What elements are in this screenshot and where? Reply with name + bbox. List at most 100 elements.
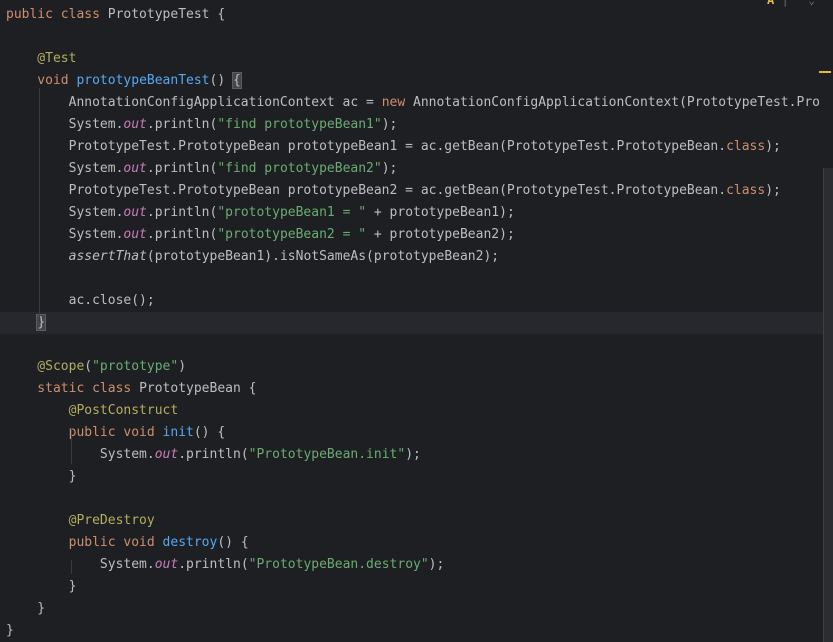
code-line[interactable]: public class PrototypeTest {	[0, 4, 833, 26]
code-text: void prototypeBeanTest() {	[6, 70, 242, 92]
code-line[interactable]: public void destroy() {	[0, 532, 833, 554]
code-token: AnnotationConfigApplicationContext(Proto…	[413, 95, 820, 110]
code-token: System.	[6, 447, 155, 462]
code-token: )	[178, 359, 187, 374]
code-line[interactable]: System.out.println("find prototypeBean2"…	[0, 158, 833, 180]
code-token: .println(	[146, 205, 218, 220]
code-text: PrototypeTest.PrototypeBean prototypeBea…	[6, 136, 781, 158]
code-token: init	[162, 425, 194, 440]
code-editor[interactable]: } } } System.out.println("PrototypeBean.…	[0, 0, 833, 642]
code-token: @PreDestroy	[6, 513, 155, 528]
code-token: );	[765, 139, 781, 154]
code-token: void	[6, 73, 77, 88]
code-token: "PrototypeBean.init"	[248, 447, 406, 462]
code-token: @PostConstruct	[6, 403, 179, 418]
code-text: }	[6, 620, 14, 642]
code-token: );	[428, 557, 445, 572]
code-token: () {	[217, 535, 249, 550]
code-text: PrototypeTest.PrototypeBean prototypeBea…	[6, 180, 781, 202]
code-text: System.out.println("PrototypeBean.init")…	[6, 444, 421, 466]
code-line[interactable]: System.out.println("PrototypeBean.init")…	[0, 444, 833, 466]
code-line[interactable]	[0, 268, 833, 290]
code-line[interactable]: static class PrototypeBean {	[0, 378, 833, 400]
code-text: System.out.println("prototypeBean2 = " +…	[6, 224, 515, 246]
code-token: destroy	[162, 535, 218, 550]
inspection-icons[interactable]: | ⌃ ⌄	[782, 0, 815, 7]
code-line[interactable]	[0, 488, 833, 510]
code-token: (prototypeBean1).isNotSameAs(prototypeBe…	[146, 249, 500, 264]
code-line[interactable]: @Test	[0, 48, 833, 70]
code-token: .println(	[146, 161, 218, 176]
code-line[interactable]	[0, 334, 833, 356]
code-token: AnnotationConfigApplicationContext ac =	[6, 95, 382, 110]
indent-guide	[71, 428, 72, 464]
code-token: System.	[6, 205, 124, 220]
code-token: .println(	[146, 117, 218, 132]
warning-marker[interactable]	[819, 71, 831, 73]
code-line[interactable]: public void init() {	[0, 422, 833, 444]
code-token: );	[381, 161, 398, 176]
code-token: ()	[209, 73, 233, 88]
code-line[interactable]: PrototypeTest.PrototypeBean prototypeBea…	[0, 136, 833, 158]
code-line[interactable]: @Scope("prototype")	[0, 356, 833, 378]
code-line[interactable]: }	[0, 312, 833, 334]
code-line[interactable]: System.out.println("find prototypeBean1"…	[0, 114, 833, 136]
code-token: "find prototypeBean1"	[217, 117, 382, 132]
code-text: public void init() {	[6, 422, 226, 444]
code-token: static class	[6, 381, 140, 396]
code-line[interactable]: }	[0, 620, 833, 642]
code-text: ac.close();	[6, 290, 155, 312]
code-token: out	[123, 205, 147, 220]
code-token: class	[726, 139, 766, 154]
code-token: );	[765, 183, 781, 198]
code-text: System.out.println("prototypeBean1 = " +…	[6, 202, 515, 224]
code-line[interactable]: assertThat(prototypeBean1).isNotSameAs(p…	[0, 246, 833, 268]
code-text: static class PrototypeBean {	[6, 378, 256, 400]
code-text: System.out.println("find prototypeBean2"…	[6, 158, 398, 180]
code-token: prototypeBeanTest	[76, 73, 210, 88]
code-line[interactable]: System.out.println("PrototypeBean.destro…	[0, 554, 833, 576]
code-token: () {	[193, 425, 226, 440]
code-token: System.	[6, 161, 124, 176]
code-token: "prototypeBean2 = "	[217, 227, 367, 242]
code-token: out	[123, 161, 147, 176]
code-text: @PostConstruct	[6, 400, 179, 422]
code-line[interactable]: AnnotationConfigApplicationContext ac = …	[0, 92, 833, 114]
code-token: + prototypeBean1);	[366, 205, 515, 220]
code-token: @Test	[6, 51, 77, 66]
code-line[interactable]: }	[0, 598, 833, 620]
code-token: {	[232, 72, 242, 89]
code-line[interactable]	[0, 26, 833, 48]
code-token: );	[405, 447, 421, 462]
code-text: AnnotationConfigApplicationContext ac = …	[6, 92, 820, 114]
code-line[interactable]: @PreDestroy	[0, 510, 833, 532]
code-token: class	[726, 183, 766, 198]
code-text: assertThat(prototypeBean1).isNotSameAs(p…	[6, 246, 499, 268]
code-line[interactable]: System.out.println("prototypeBean1 = " +…	[0, 202, 833, 224]
code-line[interactable]: PrototypeTest.PrototypeBean prototypeBea…	[0, 180, 833, 202]
code-token: out	[154, 557, 179, 572]
code-line[interactable]: void prototypeBeanTest() {	[0, 70, 833, 92]
code-token: .println(	[146, 227, 218, 242]
code-token: PrototypeTest {	[107, 7, 226, 22]
code-text: public void destroy() {	[6, 532, 249, 554]
warning-icon[interactable]: A	[767, 0, 778, 6]
code-line[interactable]: ac.close();	[0, 290, 833, 312]
code-token: PrototypeTest.PrototypeBean prototypeBea…	[6, 183, 727, 198]
code-token: }	[6, 579, 77, 594]
code-text: public class PrototypeTest {	[6, 4, 225, 26]
code-token: out	[154, 447, 179, 462]
code-line[interactable]: }	[0, 576, 833, 598]
code-token: }	[6, 623, 14, 638]
code-token: System.	[6, 557, 155, 572]
code-line[interactable]: }	[0, 466, 833, 488]
code-token: out	[123, 117, 147, 132]
code-line[interactable]: System.out.println("prototypeBean2 = " +…	[0, 224, 833, 246]
code-text: @Scope("prototype")	[6, 356, 186, 378]
scrollbar[interactable]	[823, 168, 833, 642]
code-text: @Test	[6, 48, 76, 70]
code-line[interactable]: @PostConstruct	[0, 400, 833, 422]
code-token: System.	[6, 117, 124, 132]
